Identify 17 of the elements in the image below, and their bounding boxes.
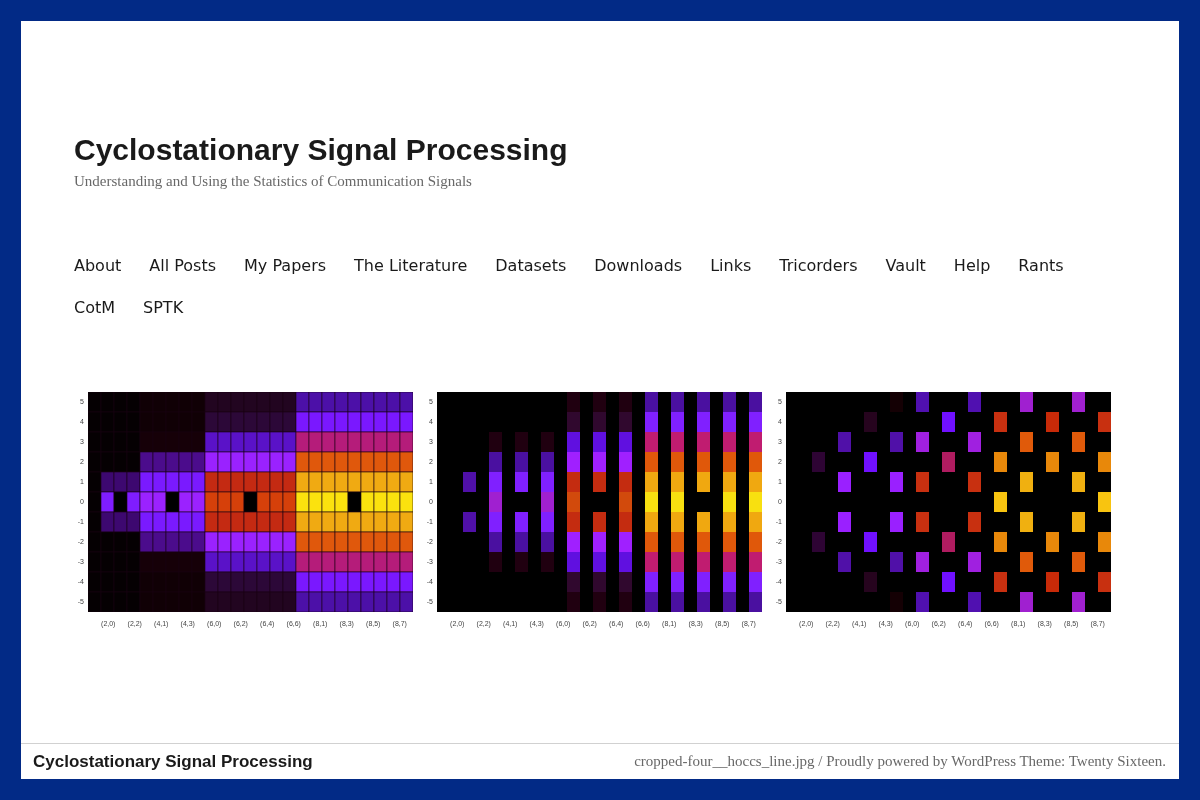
nav-link[interactable]: Vault — [885, 254, 926, 278]
site-title[interactable]: Cyclostationary Signal Processing — [74, 132, 568, 168]
footer-site-title[interactable]: Cyclostationary Signal Processing — [33, 751, 313, 772]
nav-link[interactable]: Downloads — [594, 254, 683, 278]
nav-link[interactable]: Tricorders — [779, 254, 858, 278]
site-tagline: Understanding and Using the Statistics of Communication Signals — [74, 172, 472, 191]
nav-link[interactable]: CotM — [74, 296, 116, 320]
nav-link[interactable]: SPTK — [143, 296, 184, 320]
nav-link[interactable]: Help — [953, 254, 991, 278]
nav-link[interactable]: Links — [710, 254, 752, 278]
nav-link[interactable]: All Posts — [149, 254, 217, 278]
nav-link[interactable]: The Literature — [354, 254, 468, 278]
footer-credits: cropped-four__hoccs_line.jpg / Proudly powered by WordPress Theme: Twenty Sixteen. — [634, 753, 1166, 770]
nav-link[interactable]: About — [74, 254, 122, 278]
nav-link[interactable]: Rants — [1018, 254, 1064, 278]
nav-link[interactable]: Datasets — [495, 254, 567, 278]
nav-link[interactable]: My Papers — [244, 254, 327, 278]
